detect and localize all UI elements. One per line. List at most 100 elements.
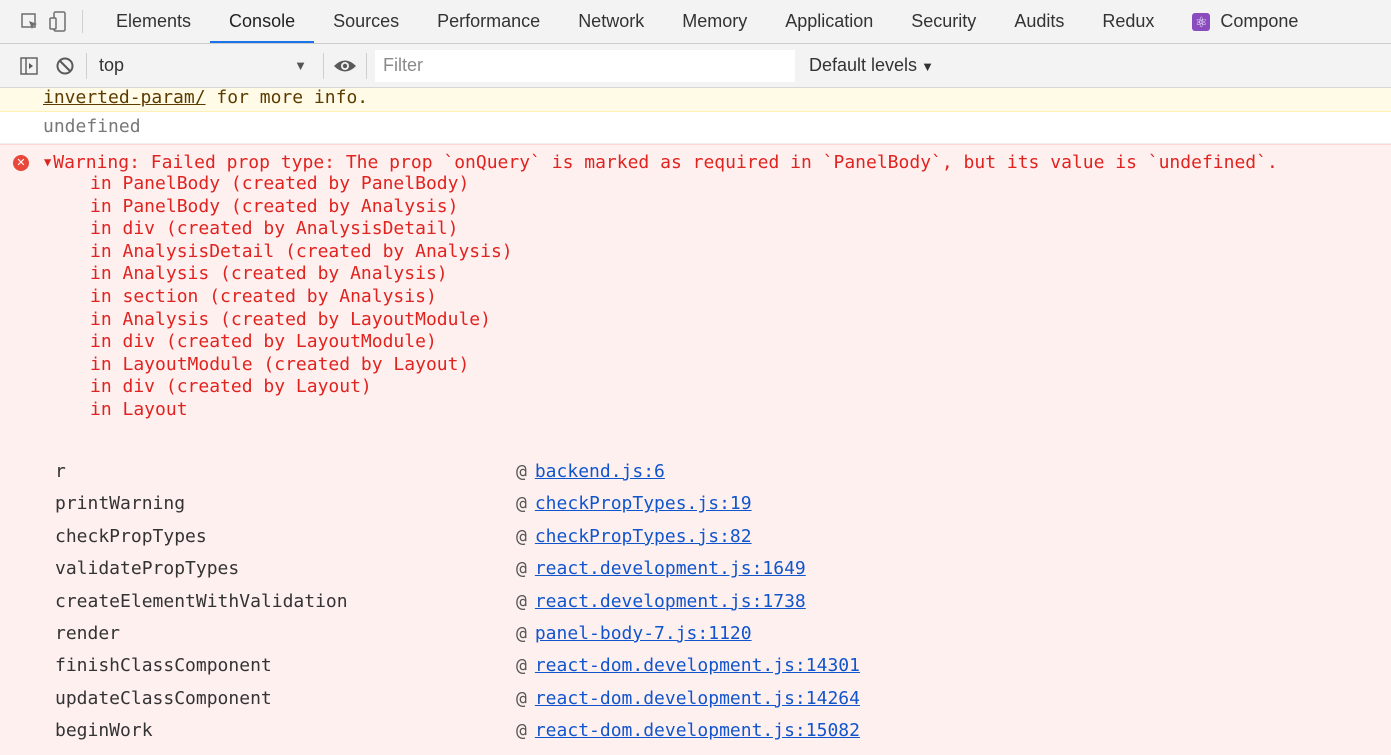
clear-console-icon[interactable] xyxy=(52,53,78,79)
stack-frame: validatePropTypes @ react.development.js:1… xyxy=(55,556,1355,588)
tab-label: Performance xyxy=(437,11,541,31)
component-stack: in PanelBody (created by PanelBody) in Pa… xyxy=(90,173,513,422)
filter-input[interactable] xyxy=(375,49,795,82)
tab-label: Network xyxy=(578,11,645,31)
component-stack-line: in section (created by Analysis) xyxy=(90,285,437,307)
stack-frame: beginWork @ react-dom.development.js:15082 xyxy=(55,718,1355,750)
component-stack-line: in LayoutModule (created by Layout) xyxy=(90,353,470,375)
warning-message: inverted-param/ for more info. xyxy=(0,88,1391,112)
frame-location: @ react-dom.development.js:15082 xyxy=(516,720,860,742)
frame-location: @ react.development.js:1738 xyxy=(516,590,806,612)
toolbar-divider xyxy=(366,52,367,79)
frame-function-name: render xyxy=(55,622,121,644)
react-icon: ⚛ xyxy=(1192,12,1211,31)
tab-elements[interactable]: Elements xyxy=(97,0,210,43)
toolbar-divider xyxy=(82,10,83,33)
inspect-element-icon[interactable] xyxy=(16,0,44,43)
dropdown-arrow-icon: ▼ xyxy=(294,58,307,73)
error-text: Warning: Failed prop type: The prop `onQ… xyxy=(53,152,1278,173)
tab-label: Console xyxy=(229,11,296,31)
log-levels-dropdown[interactable]: Default levels ▼ xyxy=(809,55,934,76)
frame-location: @ react-dom.development.js:14301 xyxy=(516,655,860,677)
tab-label: Audits xyxy=(1014,11,1065,31)
frame-function-name: finishClassComponent xyxy=(55,655,272,677)
component-stack-line: in PanelBody (created by PanelBody) xyxy=(90,173,470,194)
frame-function-name: createElementWithValidation xyxy=(55,590,348,612)
stack-frame: performUnitOfWork@react-dom.development.… xyxy=(55,751,1355,755)
tab-audits[interactable]: Audits xyxy=(995,0,1083,43)
frame-source-link[interactable]: checkPropTypes.js:82 xyxy=(535,526,752,547)
frame-location: @ backend.js:6 xyxy=(516,461,665,482)
component-stack-line: in div (created by AnalysisDetail) xyxy=(90,218,459,240)
component-stack-line: in Analysis (created by Analysis) xyxy=(90,263,448,285)
component-stack-line: in div (created by LayoutModule) xyxy=(90,331,437,353)
stack-frame: updateClassComponent @ react-dom.developme… xyxy=(55,686,1355,718)
warning-text: for more info. xyxy=(205,87,369,108)
tab-memory[interactable]: Memory xyxy=(663,0,766,43)
tab-label: Memory xyxy=(682,11,748,31)
tab-label: Elements xyxy=(116,11,192,31)
tab-performance[interactable]: Performance xyxy=(418,0,559,43)
stack-frame: finishClassComponent @ react-dom.developme… xyxy=(55,653,1355,685)
console-toolbar: top ▼ Default levels▼ xyxy=(0,44,1391,88)
context-selector[interactable]: top ▼ xyxy=(95,55,315,76)
stack-frame: render @ panel-body-7.js:1120 xyxy=(55,621,1355,653)
component-stack-line: in AnalysisDetail (created by Analysis) xyxy=(90,240,513,262)
frame-function-name: validatePropTypes xyxy=(55,558,240,580)
frame-location: @ checkPropTypes.js:19 xyxy=(516,493,752,515)
dropdown-arrow-icon: ▼ xyxy=(921,59,934,74)
devtools-window: Elements Console Sources Performance Network… xyxy=(0,0,1391,755)
panel-tab-bar: Elements Console Sources Performance Network… xyxy=(0,0,1391,44)
component-stack-line: in PanelBody (created by Analysis) xyxy=(90,195,459,217)
frame-source-link[interactable]: react.development.js:1649 xyxy=(535,558,806,579)
frame-location: @ react-dom.development.js:14264 xyxy=(516,687,860,709)
tab-compone[interactable]: ⚛ Compone xyxy=(1173,0,1317,43)
tab-redux[interactable]: Redux xyxy=(1083,0,1173,43)
context-value: top xyxy=(99,55,125,75)
frame-location: @ panel-body-7.js:1120 xyxy=(516,622,752,644)
tab-network[interactable]: Network xyxy=(559,0,663,43)
error-icon: ✕ xyxy=(13,155,29,171)
frame-source-link[interactable]: react-dom.development.js:14264 xyxy=(535,688,860,709)
stack-frame: r @ backend.js:6 xyxy=(55,459,1355,491)
console-output: inverted-param/ for more info. undefined… xyxy=(0,88,1391,755)
tab-label: Sources xyxy=(333,11,400,31)
frame-function-name: r xyxy=(55,461,66,482)
call-stack: r @ backend.js:6 printWarning @ checkPropType… xyxy=(55,459,1355,755)
frame-source-link[interactable]: react-dom.development.js:15082 xyxy=(535,720,860,741)
frame-function-name: updateClassComponent xyxy=(55,687,272,709)
frame-source-link[interactable]: react-dom.development.js:14301 xyxy=(535,655,860,676)
tab-label: Application xyxy=(785,11,874,31)
expand-triangle-icon[interactable]: ▼ xyxy=(44,155,51,169)
stack-frame: createElementWithValidation @ react.develo… xyxy=(55,589,1355,621)
tab-label: Security xyxy=(911,11,977,31)
live-expression-icon[interactable] xyxy=(332,53,358,79)
warning-doc-link[interactable]: inverted-param/ xyxy=(43,87,206,108)
frame-function-name: beginWork xyxy=(55,720,153,742)
frame-source-link[interactable]: react.development.js:1738 xyxy=(535,591,806,612)
frame-source-link[interactable]: checkPropTypes.js:19 xyxy=(535,493,752,514)
device-toolbar-icon[interactable] xyxy=(44,0,72,43)
frame-location: @ react.development.js:1649 xyxy=(516,558,806,580)
error-header[interactable]: ▼ Warning: Failed prop type: The prop `on… xyxy=(44,151,1278,174)
frame-location: @react-dom.development.js:17820 xyxy=(516,751,860,755)
component-stack-line: in div (created by Layout) xyxy=(90,376,372,398)
show-sidebar-icon[interactable] xyxy=(16,53,42,79)
error-message: ✕ ▼ Warning: Failed prop type: The prop `… xyxy=(0,144,1391,755)
tab-sources[interactable]: Sources xyxy=(314,0,418,43)
frame-function-name: checkPropTypes xyxy=(55,525,207,547)
stack-frame: checkPropTypes @ checkPropTypes.js:82 xyxy=(55,524,1355,556)
tab-console[interactable]: Console xyxy=(210,0,315,43)
tab-label: Compone xyxy=(1220,11,1299,31)
frame-source-link[interactable]: backend.js:6 xyxy=(535,461,665,482)
frame-function-name: printWarning xyxy=(55,493,186,515)
tab-list: Elements Console Sources Performance Network… xyxy=(97,0,1317,43)
frame-location: @ checkPropTypes.js:82 xyxy=(516,525,752,547)
log-levels-label: Default levels xyxy=(809,55,918,75)
tab-application[interactable]: Application xyxy=(766,0,892,43)
tab-security[interactable]: Security xyxy=(892,0,995,43)
frame-source-link[interactable]: panel-body-7.js:1120 xyxy=(535,623,752,644)
eval-result: undefined xyxy=(0,112,1391,144)
component-stack-line: in Analysis (created by LayoutModule) xyxy=(90,308,491,330)
component-stack-line: in Layout xyxy=(90,398,188,420)
